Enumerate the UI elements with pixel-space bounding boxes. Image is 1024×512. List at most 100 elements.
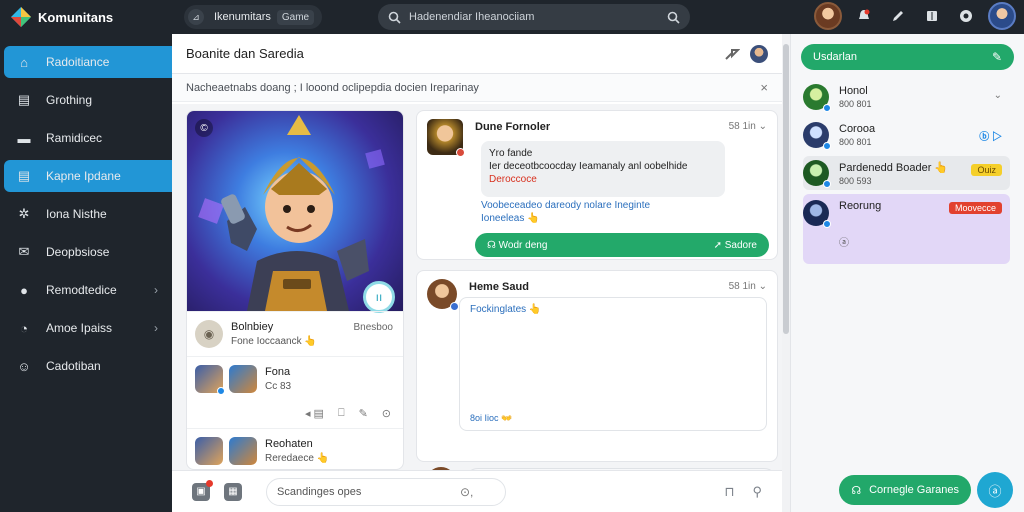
status-badge: Ouiz [971, 164, 1002, 176]
notification-icon[interactable] [852, 4, 876, 28]
member-name: Reorung [839, 200, 882, 212]
hero-post-card[interactable]: © ıı ◉ Bolnbiey Fone Ioccaanck 👆 Bnesboo… [186, 110, 404, 470]
message-warning: Deroccoce [489, 174, 537, 185]
post-toolbar: ◂ ▤ ⎕ ✎ ⊙ [187, 401, 403, 429]
share-button[interactable]: ➚ Sadore [714, 240, 757, 251]
book-icon[interactable] [920, 4, 944, 28]
image-icon[interactable]: ▦ [224, 482, 242, 501]
create-game-label: Cornegle Garanes [869, 484, 959, 496]
settings-icon[interactable] [954, 4, 978, 28]
post-author-row[interactable]: ◉ Bolnbiey Fone Ioccaanck 👆 Bnesboo [187, 311, 403, 356]
search-submit-icon[interactable] [667, 11, 680, 24]
emoji-icon[interactable]: ⊙, [460, 485, 473, 499]
controller-icon: ☊ [851, 484, 862, 497]
workspace-switcher[interactable]: ⊿ Ikenumitars Game [184, 5, 323, 29]
members-panel: Usdarlan ✎ Honol 800 801 ⌄ Corooa 800 80… [790, 34, 1024, 512]
sender-name: Heme Saud [469, 281, 529, 293]
close-icon[interactable]: × [760, 80, 768, 95]
sidebar-item-0[interactable]: ⌂ Radoitiance [4, 46, 172, 78]
member-avatar [803, 160, 831, 188]
sidebar-item-4[interactable]: ✲ Iona Nisthe [4, 198, 172, 230]
sidebar-item-3[interactable]: ▤ Kapne Ipdane [4, 160, 172, 192]
smile-icon: ☺ [17, 358, 31, 374]
sidebar-item-2[interactable]: ▬ Ramidicec [4, 122, 172, 154]
options-icon[interactable]: ⊙ [382, 407, 391, 420]
message-text-area[interactable]: Fockinglates 👆 8oi Iioc 👐 [459, 297, 767, 431]
search-bar [378, 4, 690, 30]
sender-name: Dune Fornoler [475, 121, 551, 133]
sidebar-item-1[interactable]: ▤ Grothing [4, 84, 172, 116]
join-button[interactable]: ☊ Wodr deng [487, 240, 547, 251]
sidebar-item-8[interactable]: ☺ Cadotiban [4, 350, 172, 382]
create-game-button[interactable]: ☊ Cornegle Garanes [839, 475, 971, 505]
edit-icon[interactable]: ✎ [359, 407, 368, 420]
search-icon[interactable] [388, 11, 401, 24]
main-thread: Boanite dan Saredia Nacheaetnabs doang ;… [172, 34, 782, 512]
message-time[interactable]: 58 1in ⌄ [729, 121, 767, 132]
link-text[interactable]: Ioneeleas 👆 [481, 212, 650, 225]
message-bubble: Yro fande Ier deceotbcoocday Ieamanaly a… [481, 141, 725, 197]
sidebar-item-6[interactable]: ● Remodtedice › [4, 274, 172, 306]
participant-avatar[interactable] [750, 44, 768, 63]
join-voice-bar[interactable]: ☊ Wodr deng ➚ Sadore [475, 233, 769, 257]
lock-icon[interactable]: ⊓ [724, 484, 734, 500]
workspace-tag[interactable]: Game [276, 9, 315, 25]
audio-play-button[interactable]: ıı [363, 281, 395, 313]
scrollbar-thumb[interactable] [783, 44, 789, 334]
reactor-avatar [195, 365, 225, 395]
message-time[interactable]: 58 1in ⌄ [729, 281, 767, 292]
sidebar-item-label: Remodtedice [46, 283, 117, 297]
sender-avatar[interactable] [427, 279, 459, 311]
link-text[interactable]: Voobeceadeo dareody nolare Ineginte [481, 199, 650, 212]
edit-icon[interactable]: ✎ [992, 50, 1002, 64]
message-text: Fockinglates 👆 [470, 304, 542, 315]
chevron-down-icon[interactable]: ⌄ [994, 90, 1002, 101]
member-row[interactable]: Honol 800 801 ⌄ [803, 80, 1010, 114]
chevron-right-icon: › [154, 283, 158, 297]
member-row[interactable]: Corooa 800 801 ⓑ ▷ [803, 118, 1010, 152]
user-avatar[interactable] [988, 2, 1016, 30]
workspace-icon: ⊿ [188, 9, 204, 25]
message-card[interactable]: Heme Saud 58 1in ⌄ Fockinglates 👆 8oi Ii… [416, 270, 778, 462]
message-meta: 8oi Iioc 👐 [470, 413, 513, 423]
message-link[interactable]: Voobeceadeo dareody nolare Ineginte Ione… [481, 199, 650, 225]
pen-icon[interactable] [886, 4, 910, 28]
message-line: Yro fande [489, 148, 533, 159]
reaction-row[interactable]: Fona Cc 83 [187, 356, 403, 401]
sidebar-item-label: Kapne Ipdane [46, 169, 121, 183]
sidebar-item-7[interactable]: ◔ Amoe Ipaiss › [4, 312, 172, 344]
thread-header: Boanite dan Saredia [172, 34, 782, 74]
scrollbar[interactable] [782, 34, 790, 512]
member-row[interactable]: Reorung Moovecce ⓐ [803, 194, 1010, 264]
info-icon[interactable]: © [195, 119, 213, 137]
media-icon[interactable]: ◂ ▤ [305, 407, 324, 420]
search-icon[interactable]: ⚲ [752, 484, 762, 500]
hero-image[interactable]: © ıı [187, 111, 403, 313]
member-row[interactable]: Pardenedd Boader 👆 800 593 Ouiz [803, 156, 1010, 190]
member-status: 800 801 [839, 99, 872, 109]
member-actions[interactable]: ⓑ ▷ [979, 128, 1002, 143]
frame-icon[interactable]: ⎕ [338, 407, 345, 420]
friend-avatar[interactable] [814, 2, 842, 30]
sender-avatar[interactable] [427, 119, 465, 157]
sidebar-item-5[interactable]: ✉ Deopbsiose [4, 236, 172, 268]
gear-icon: ✲ [18, 206, 30, 221]
share-icon[interactable] [724, 46, 740, 62]
sidebar-item-label: Deopbsiose [46, 245, 110, 259]
brand[interactable]: Komunitans [0, 6, 172, 28]
author-name: Bolnbiey [231, 321, 274, 333]
reaction-name: Fona [265, 366, 291, 378]
message-card[interactable]: Dune Fornoler 58 1in ⌄ Yro fande Ier dec… [416, 110, 778, 260]
comment-row[interactable]: Reohaten Reredaece 👆 [187, 429, 403, 469]
diamond-logo-icon [11, 7, 31, 27]
sidebar-item-label: Radoitiance [46, 55, 110, 69]
floating-action-button[interactable]: ⓐ [977, 472, 1013, 508]
member-avatar [803, 122, 831, 150]
notice-text: Nacheaetnabs doang ; I looond oclipepdia… [186, 81, 479, 94]
workspace-name: Ikenumitars [214, 11, 271, 23]
members-header[interactable]: Usdarlan ✎ [801, 44, 1014, 70]
camera-icon[interactable]: ▣ [192, 479, 213, 501]
member-extra-icon[interactable]: ⓐ [839, 234, 849, 249]
search-input[interactable] [409, 11, 667, 23]
panel-footer: ☊ Cornegle Garanes ⓐ [791, 468, 1024, 512]
